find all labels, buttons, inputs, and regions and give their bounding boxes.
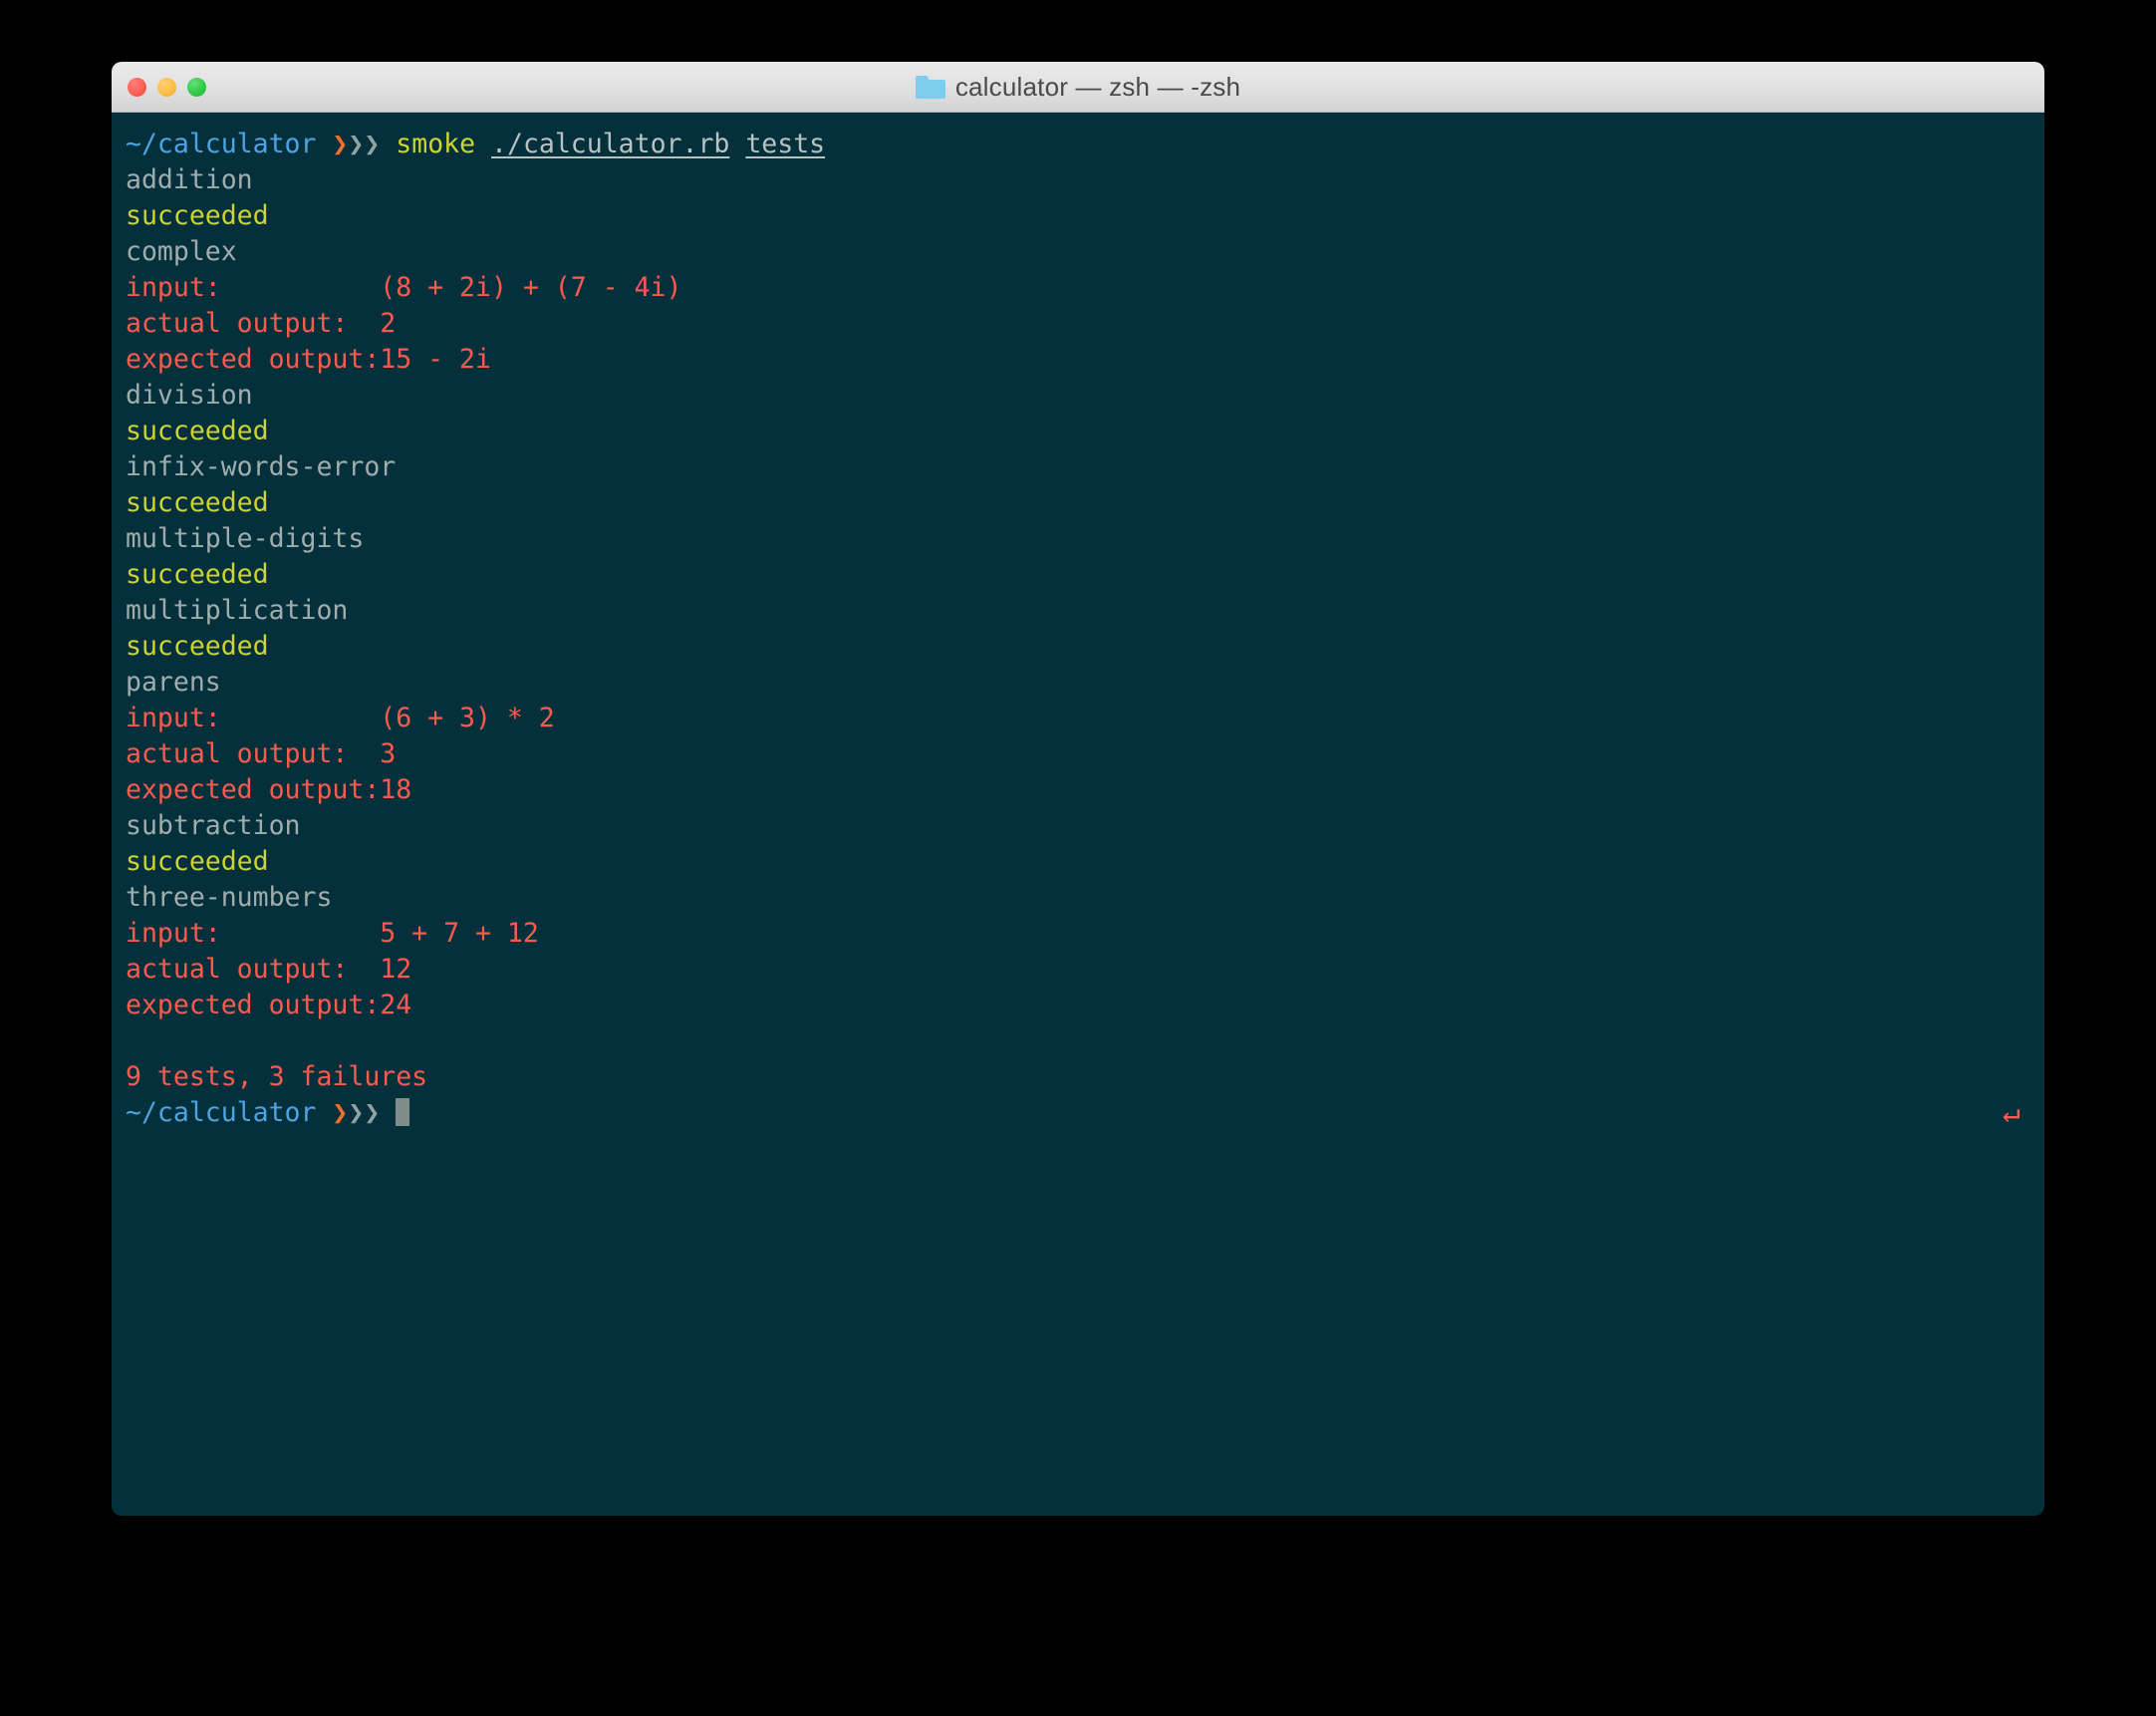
test-name-row: infix-words-error [112,449,2044,485]
test-detail-row: expected output:24 [112,988,2044,1023]
detail-value-input: 5 + 7 + 12 [380,918,539,949]
command-arg-script: ./calculator.rb [491,129,730,159]
detail-value-input: (8 + 2i) + (7 - 4i) [380,272,682,303]
test-name: complex [126,236,237,267]
minimize-button[interactable] [157,77,176,97]
detail-label-expected: expected output: [126,990,381,1020]
detail-label-actual: actual output: [126,738,349,769]
prompt-chevron-inactive-icon: ❯❯ [348,1097,381,1128]
detail-value-input: (6 + 3) * 2 [380,703,555,733]
test-status: succeeded [126,416,269,446]
detail-value-actual: 12 [380,954,412,985]
test-name-row: three-numbers [112,880,2044,916]
detail-value-actual: 2 [380,308,397,339]
text-cursor[interactable] [396,1098,410,1126]
prompt-space-3 [475,129,491,159]
return-status-icon: ↵ [2002,1095,2021,1130]
test-name-row: multiple-digits [112,521,2044,557]
summary-text: 9 tests, 3 failures [126,1061,428,1092]
prompt-path: ~/calculator [126,129,317,159]
command-arg-tests: tests [745,129,826,159]
prompt-space-1 [316,129,332,159]
detail-label-input: input: [126,918,221,949]
prompt-space-2 [380,1097,396,1128]
test-status: succeeded [126,559,269,590]
test-name-row: complex [112,234,2044,270]
terminal-output-area[interactable]: ~/calculator ❯❯❯ smoke ./calculator.rb t… [112,113,2044,1516]
detail-value-expected: 18 [380,774,412,805]
detail-label-actual: actual output: [126,954,349,985]
prompt-space-1 [316,1097,332,1128]
test-name: multiplication [126,595,349,626]
test-result-row: succeeded [112,414,2044,449]
prompt-chevron-active-icon: ❯ [332,129,349,159]
command-prompt-line: ~/calculator ❯❯❯ smoke ./calculator.rb t… [112,127,2044,162]
prompt-chevron-active-icon: ❯ [332,1097,349,1128]
window-title-group: calculator — zsh — -zsh [915,71,1241,103]
test-result-row: succeeded [112,629,2044,665]
detail-label-expected: expected output: [126,774,381,805]
prompt-space-2 [380,129,396,159]
close-button[interactable] [128,77,146,97]
test-name: division [126,380,253,411]
test-name: subtraction [126,810,301,841]
test-name: three-numbers [126,882,333,913]
test-detail-row: actual output: 12 [112,952,2044,988]
detail-value-expected: 24 [380,990,412,1020]
test-detail-row: input: (6 + 3) * 2 [112,701,2044,736]
test-detail-row: expected output:15 - 2i [112,342,2044,378]
prompt-chevron-inactive-icon: ❯❯ [348,129,381,159]
test-result-row: succeeded [112,485,2044,521]
test-detail-row: actual output: 2 [112,306,2044,342]
test-name-row: parens [112,665,2044,701]
test-status: succeeded [126,631,269,662]
title-bar[interactable]: calculator — zsh — -zsh [112,62,2044,113]
test-result-row: succeeded [112,844,2044,880]
test-name: parens [126,667,221,698]
summary-line: 9 tests, 3 failures [112,1059,2044,1095]
test-status: succeeded [126,200,269,231]
test-name: multiple-digits [126,523,365,554]
detail-label-actual: actual output: [126,308,349,339]
test-name: addition [126,164,253,195]
folder-icon [915,75,945,99]
detail-value-expected: 15 - 2i [380,344,491,375]
test-name-row: subtraction [112,808,2044,844]
final-prompt-line[interactable]: ~/calculator ❯❯❯ ↵ [112,1095,2044,1131]
test-result-row: succeeded [112,557,2044,593]
traffic-light-group [128,62,206,112]
window-title: calculator — zsh — -zsh [954,71,1241,102]
detail-label-input: input: [126,703,221,733]
test-detail-row: actual output: 3 [112,736,2044,772]
terminal-window[interactable]: calculator — zsh — -zsh ~/calculator ❯❯❯… [112,62,2044,1516]
test-name: infix-words-error [126,451,397,482]
test-detail-row: input: (8 + 2i) + (7 - 4i) [112,270,2044,306]
test-name-row: addition [112,162,2044,198]
zoom-button[interactable] [187,77,206,97]
prompt-space-4 [729,129,745,159]
test-detail-row: expected output:18 [112,772,2044,808]
test-name-row: multiplication [112,593,2044,629]
prompt-path: ~/calculator [126,1097,317,1128]
detail-label-expected: expected output: [126,344,381,375]
test-detail-row: input: 5 + 7 + 12 [112,916,2044,952]
detail-value-actual: 3 [380,738,397,769]
command-name: smoke [396,129,476,159]
test-name-row: division [112,378,2044,414]
test-status: succeeded [126,487,269,518]
test-status: succeeded [126,846,269,877]
detail-label-input: input: [126,272,221,303]
test-result-row: succeeded [112,198,2044,234]
